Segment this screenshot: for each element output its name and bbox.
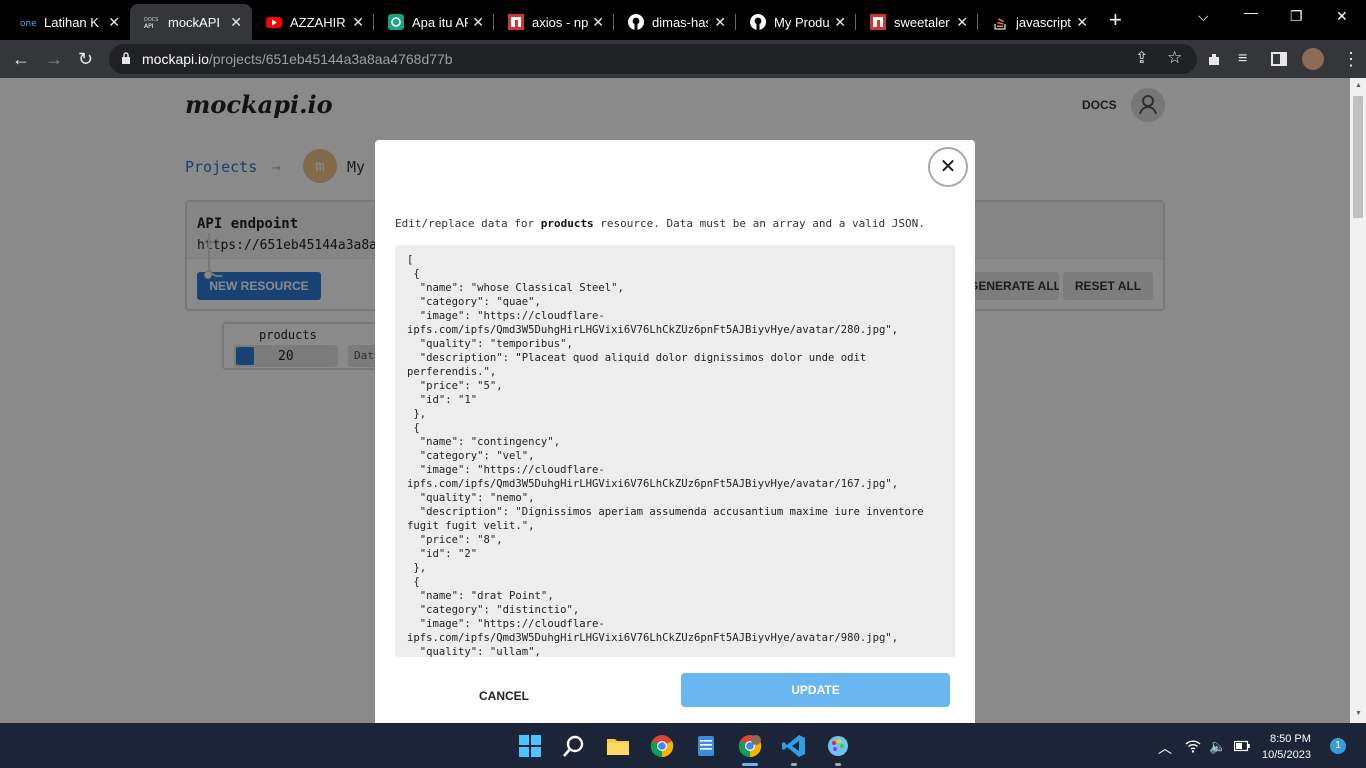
youtube-icon xyxy=(266,17,282,28)
close-icon[interactable]: ✕ xyxy=(834,14,846,31)
battery-icon[interactable] xyxy=(1234,740,1250,752)
close-icon[interactable]: ✕ xyxy=(956,14,968,31)
tab-label: dimas-has xyxy=(652,14,708,30)
notepad-icon[interactable] xyxy=(694,734,718,758)
scrollbar-thumb[interactable] xyxy=(1353,96,1363,218)
close-icon[interactable]: ✕ xyxy=(230,14,242,31)
windows-start-icon[interactable] xyxy=(518,734,542,758)
window-close-icon[interactable]: ✕ xyxy=(1336,8,1348,25)
lock-icon xyxy=(122,52,130,64)
vscode-icon[interactable] xyxy=(782,734,806,758)
tab-github-dimas[interactable]: dimas-has ✕ xyxy=(614,4,736,40)
restore-icon[interactable]: ❐ xyxy=(1290,8,1303,25)
json-editor[interactable]: [ { "name": "whose Classical Steel", "ca… xyxy=(395,245,955,657)
svg-text:API: API xyxy=(144,23,154,30)
search-icon[interactable] xyxy=(562,734,586,758)
tab-label: Apa itu API xyxy=(412,14,468,30)
description-resource: products xyxy=(540,217,594,230)
stackoverflow-icon xyxy=(994,18,1006,30)
url-path: /projects/651eb45144a3a8aa4768d77b xyxy=(208,51,453,67)
media-queue-icon[interactable]: ≡ xyxy=(1238,49,1247,69)
chrome-profile-icon[interactable] xyxy=(738,734,762,758)
volume-icon[interactable]: 🔈 xyxy=(1209,738,1226,755)
windows-taskbar: ︿ 🔈 8:50 PM 10/5/2023 1 xyxy=(0,723,1366,768)
close-icon[interactable]: ✕ xyxy=(472,14,484,31)
chevron-up-icon[interactable]: ︿ xyxy=(1158,738,1172,758)
kebab-menu-icon[interactable]: ⋮ xyxy=(1342,49,1360,69)
close-icon[interactable]: ✕ xyxy=(1076,14,1088,31)
close-icon[interactable]: ✕ xyxy=(592,14,604,31)
close-icon[interactable]: ✕ xyxy=(108,14,120,31)
address-bar[interactable]: mockapi.io/projects/651eb45144a3a8aa4768… xyxy=(109,44,1197,74)
tab-label: mockAPI xyxy=(168,14,221,30)
dicoding-icon: one xyxy=(20,19,36,29)
active-app-indicator xyxy=(742,763,758,766)
tab-label: javascript xyxy=(1016,14,1071,30)
reload-icon[interactable]: ↻ xyxy=(78,49,93,69)
file-explorer-icon[interactable] xyxy=(606,734,630,758)
scroll-up-arrow-icon[interactable]: ▲ xyxy=(1355,82,1362,89)
tab-mockapi[interactable]: DOCS API mockAPI ✕ xyxy=(130,4,252,40)
share-icon[interactable]: ⇪ xyxy=(1135,49,1148,69)
tab-axios-npm[interactable]: axios - npm ✕ xyxy=(494,4,614,40)
mockapi-icon: DOCSAPI xyxy=(144,17,158,30)
modal-description: Edit/replace data for products resource.… xyxy=(395,217,925,230)
tab-label: My Produ xyxy=(774,14,830,30)
browser-tab-strip: one Latihan KE ✕ DOCSAPI mockAPI ✕ AZZAH… xyxy=(0,0,1366,40)
github-icon xyxy=(750,14,766,30)
bookmark-star-icon[interactable]: ☆ xyxy=(1167,48,1182,68)
extensions-icon[interactable] xyxy=(1207,51,1223,67)
running-app-indicator xyxy=(791,763,797,766)
description-prefix: Edit/replace data for xyxy=(395,217,541,230)
github-icon xyxy=(628,14,644,30)
url-text: mockapi.io/projects/651eb45144a3a8aa4768… xyxy=(142,51,453,67)
tab-github-myproduct[interactable]: My Produ ✕ xyxy=(736,4,856,40)
back-arrow-icon[interactable]: ← xyxy=(12,49,30,69)
notification-badge[interactable]: 1 xyxy=(1330,738,1346,754)
browser-toolbar: ← → ↻ mockapi.io/projects/651eb45144a3a8… xyxy=(0,40,1366,78)
running-app-indicator xyxy=(835,763,841,766)
edit-data-modal: ✕ Edit/replace data for products resourc… xyxy=(375,140,975,723)
npm-icon xyxy=(508,14,524,30)
tab-label: Latihan KE xyxy=(44,14,100,30)
minimize-icon[interactable]: — xyxy=(1244,4,1258,20)
tab-sweetalert[interactable]: sweetalert ✕ xyxy=(856,4,978,40)
close-icon[interactable]: ✕ xyxy=(352,14,364,31)
chatgpt-icon xyxy=(388,14,404,30)
clock-time: 8:50 PM xyxy=(1269,733,1311,745)
cancel-button[interactable]: CANCEL xyxy=(479,689,529,703)
update-button[interactable]: UPDATE xyxy=(681,673,950,707)
tab-youtube[interactable]: AZZAHIR ✕ xyxy=(252,4,374,40)
tab-latihan[interactable]: one Latihan KE ✕ xyxy=(6,4,130,40)
scroll-down-arrow-icon[interactable]: ▼ xyxy=(1355,710,1362,717)
tab-search-chevron-icon[interactable]: ⌵ xyxy=(1198,8,1209,25)
description-suffix: resource. Data must be an array and a va… xyxy=(593,217,925,230)
modal-footer: CANCEL UPDATE xyxy=(375,657,975,723)
url-host: mockapi.io xyxy=(142,51,209,67)
tab-label: axios - npm xyxy=(532,14,588,30)
tab-chatgpt[interactable]: Apa itu API ✕ xyxy=(374,4,494,40)
npm-icon xyxy=(870,14,886,30)
new-tab-button[interactable]: + xyxy=(1109,7,1122,33)
tab-javascript[interactable]: javascript ✕ xyxy=(978,4,1098,40)
tab-label: sweetalert xyxy=(894,14,950,30)
paint-icon[interactable] xyxy=(826,734,850,758)
profile-avatar[interactable] xyxy=(1302,48,1324,70)
side-panel-icon[interactable] xyxy=(1271,51,1287,67)
page-scrollbar[interactable]: ▲ ▼ xyxy=(1350,78,1366,723)
svg-text:one: one xyxy=(20,19,36,29)
close-icon: ✕ xyxy=(939,156,957,178)
json-editor-text[interactable]: [ { "name": "whose Classical Steel", "ca… xyxy=(407,253,947,657)
clock-date: 10/5/2023 xyxy=(1262,749,1311,761)
system-clock[interactable]: 8:50 PM 10/5/2023 xyxy=(1262,731,1311,763)
forward-arrow-icon[interactable]: → xyxy=(45,49,63,69)
tab-label: AZZAHIR xyxy=(290,14,346,30)
close-icon[interactable]: ✕ xyxy=(714,14,726,31)
modal-close-button[interactable]: ✕ xyxy=(928,147,968,187)
chrome-icon[interactable] xyxy=(650,734,674,758)
wifi-icon[interactable] xyxy=(1185,739,1201,753)
